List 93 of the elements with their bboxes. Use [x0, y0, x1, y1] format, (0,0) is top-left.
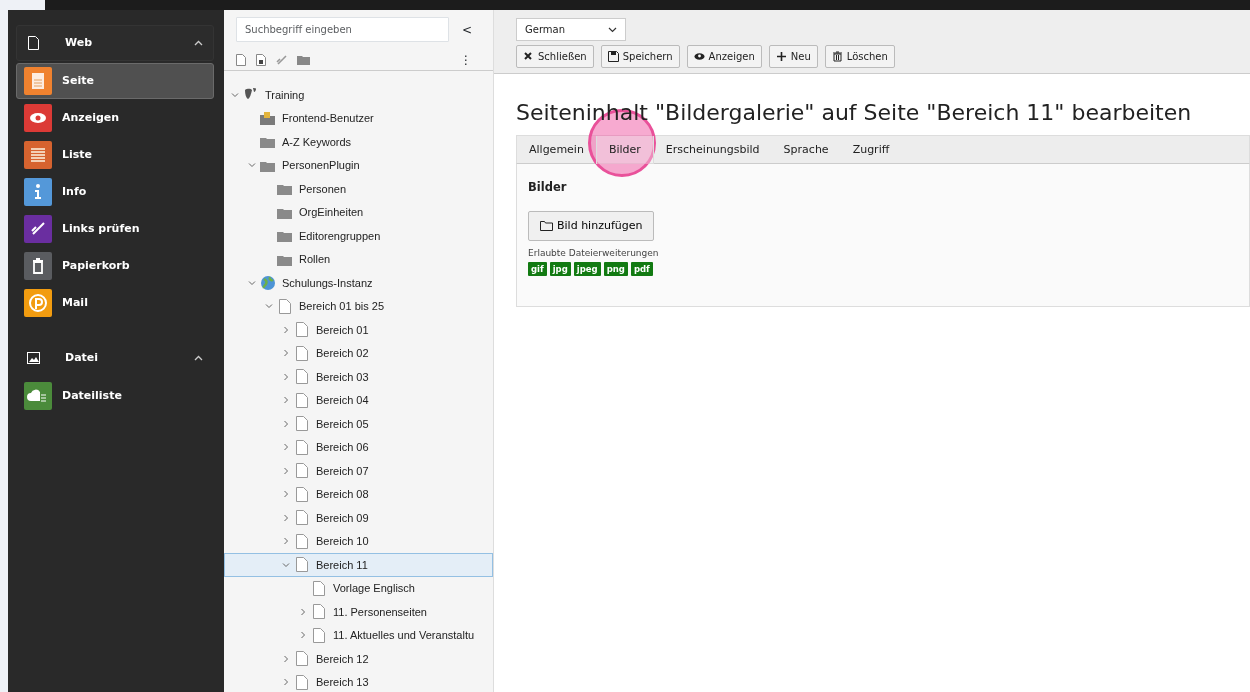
- tab[interactable]: Bilder: [595, 136, 654, 165]
- tree-item[interactable]: Bereich 07: [224, 459, 493, 483]
- tree-item[interactable]: Bereich 01: [224, 318, 493, 342]
- page-icon: [294, 510, 310, 526]
- tree-item[interactable]: Bereich 09: [224, 506, 493, 530]
- chevron-down-icon[interactable]: [280, 560, 292, 569]
- language-select[interactable]: German: [516, 18, 626, 41]
- tab[interactable]: Sprache: [771, 136, 841, 164]
- tree-item[interactable]: Bereich 03: [224, 365, 493, 389]
- tree-item[interactable]: Bereich 13: [224, 670, 493, 692]
- page-insert-icon[interactable]: [256, 54, 266, 66]
- add-image-button[interactable]: Bild hinzufügen: [528, 210, 655, 242]
- module-item[interactable]: Dateiliste: [16, 378, 214, 414]
- tree-item[interactable]: Bereich 06: [224, 435, 493, 459]
- file-extension-tag: jpeg: [573, 261, 601, 277]
- tab[interactable]: Zugriff: [840, 136, 902, 164]
- page-icon: [294, 345, 310, 361]
- folder-icon[interactable]: [297, 55, 310, 65]
- tree-item[interactable]: 11. Personenseiten: [224, 600, 493, 624]
- chevron-down-icon[interactable]: [246, 278, 258, 287]
- tab[interactable]: Erscheinungsbild: [653, 136, 772, 164]
- tree-item[interactable]: Bereich 08: [224, 482, 493, 506]
- file-extension-tag: pdf: [630, 261, 653, 277]
- page-icon: [294, 439, 310, 455]
- module-group-header[interactable]: Datei: [16, 340, 214, 376]
- chevron-down-icon[interactable]: [246, 161, 258, 170]
- tree-item[interactable]: Bereich 12: [224, 647, 493, 671]
- link-icon[interactable]: [276, 54, 287, 66]
- allowed-extensions-label: Erlaubte Dateierweiterungen: [528, 247, 660, 261]
- page-icon: [311, 604, 327, 620]
- tree-item[interactable]: 11. Aktuelles und Veranstaltu: [224, 623, 493, 647]
- page-icon: [294, 557, 310, 573]
- tree-item[interactable]: Schulungs-Instanz: [224, 271, 493, 295]
- page-icon: [294, 322, 310, 338]
- tree-item[interactable]: Editorengruppen: [224, 224, 493, 248]
- new-button[interactable]: Neu: [768, 45, 818, 68]
- page-icon: [311, 580, 327, 596]
- module-item[interactable]: Liste: [16, 137, 214, 173]
- tree-item[interactable]: Bereich 02: [224, 341, 493, 365]
- section-heading: Bilder: [528, 179, 568, 197]
- tree-item[interactable]: Bereich 01 bis 25: [224, 294, 493, 318]
- tab[interactable]: Allgemein: [517, 136, 596, 164]
- folder-icon: [540, 220, 553, 231]
- new-page-icon[interactable]: [236, 54, 246, 66]
- page-icon: [294, 486, 310, 502]
- tree-item[interactable]: Personen: [224, 177, 493, 201]
- page-icon: [294, 533, 310, 549]
- page-icon: [277, 298, 293, 314]
- tree-item[interactable]: Training: [224, 83, 493, 107]
- page-icon: [294, 416, 310, 432]
- delete-button[interactable]: Löschen: [824, 45, 895, 68]
- page-icon: [27, 36, 41, 50]
- folder-icon: [260, 110, 276, 126]
- page-icon: [294, 369, 310, 385]
- module-group-header[interactable]: Web: [16, 25, 214, 61]
- chevron-down-icon[interactable]: [229, 90, 241, 99]
- page-icon: [294, 463, 310, 479]
- tree-item[interactable]: Bereich 05: [224, 412, 493, 436]
- search-field[interactable]: Suchbegriff eingeben: [236, 17, 449, 42]
- close-icon: [523, 51, 534, 62]
- tree-item[interactable]: Rollen: [224, 247, 493, 271]
- tree-item[interactable]: Bereich 04: [224, 388, 493, 412]
- page-icon: [311, 627, 327, 643]
- collapse-panel-button[interactable]: <: [456, 19, 477, 40]
- chevron-down-icon[interactable]: [263, 302, 275, 311]
- file-extension-tag: png: [603, 261, 628, 277]
- module-item[interactable]: Mail: [16, 285, 214, 321]
- plus-icon: [775, 51, 787, 62]
- trash-icon: [831, 51, 843, 62]
- module-item[interactable]: Papierkorb: [16, 248, 214, 284]
- globe-icon: [260, 275, 276, 291]
- file-extension-tag: jpg: [549, 261, 571, 277]
- eye-icon: [693, 51, 705, 62]
- close-button[interactable]: Schließen: [516, 45, 594, 68]
- tree-item[interactable]: A-Z Keywords: [224, 130, 493, 154]
- view-button[interactable]: Anzeigen: [686, 45, 762, 68]
- module-item[interactable]: Info: [16, 174, 214, 210]
- tree-item[interactable]: OrgEinheiten: [224, 200, 493, 224]
- tree-item[interactable]: Bereich 11: [224, 553, 493, 577]
- page-icon: [294, 651, 310, 667]
- image-icon: [27, 351, 41, 365]
- tree-item[interactable]: Vorlage Englisch: [224, 576, 493, 600]
- tree-item[interactable]: Frontend-Benutzer: [224, 106, 493, 130]
- tree-item[interactable]: PersonenPlugin: [224, 153, 493, 177]
- module-item[interactable]: Seite: [16, 63, 214, 99]
- chevron-down-icon: [608, 26, 617, 33]
- page-icon: [294, 392, 310, 408]
- module-item[interactable]: Anzeigen: [16, 100, 214, 136]
- more-options-button[interactable]: ⋮: [455, 50, 477, 70]
- tree-item[interactable]: Bereich 10: [224, 529, 493, 553]
- file-extension-tag: gif: [528, 261, 547, 277]
- module-item[interactable]: Links prüfen: [16, 211, 214, 247]
- save-button[interactable]: Speichern: [600, 45, 680, 68]
